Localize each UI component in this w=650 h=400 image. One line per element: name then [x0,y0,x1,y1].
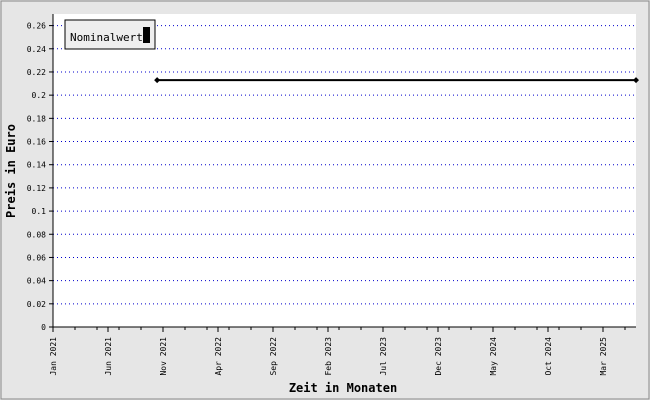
x-tick-label: Jul 2023 [379,337,388,376]
x-tick-label: Feb 2023 [324,337,333,376]
y-tick-label: 0.02 [27,300,46,309]
legend-swatch [143,27,150,43]
y-tick-label: 0.12 [27,184,46,193]
x-tick-label: Jun 2021 [104,337,113,376]
y-tick-label: 0.2 [32,91,47,100]
legend: Nominalwert [64,19,156,50]
price-chart: 0 0.02 0.04 0.06 0.08 0.1 0.12 0.14 0.16 0.18 0.2 0… [0,0,650,400]
y-axis-ticks: 0 0.02 0.04 0.06 0.08 0.1 0.12 0.14 0.16 0.18 0.2 0… [27,22,53,332]
y-tick-label: 0.18 [27,114,46,123]
legend-label: Nominalwert [70,31,143,44]
x-tick-label: Sep 2022 [269,337,278,376]
y-tick-label: 0.22 [27,68,46,77]
x-tick-label: Jan 2021 [49,337,58,376]
x-tick-label: May 2024 [489,337,498,376]
plot-area [53,14,636,327]
x-axis-title: Zeit in Monaten [289,381,397,395]
y-tick-label: 0.26 [27,22,46,31]
x-tick-label: Nov 2021 [159,337,168,376]
y-axis-title: Preis in Euro [4,124,18,218]
x-tick-label: Oct 2024 [544,337,553,376]
y-tick-label: 0 [41,323,46,332]
y-tick-label: 0.1 [32,207,47,216]
y-tick-label: 0.24 [27,45,46,54]
y-tick-label: 0.14 [27,161,46,170]
x-tick-label: Apr 2022 [214,337,223,376]
y-tick-label: 0.06 [27,253,46,262]
x-tick-label: Dec 2023 [434,337,443,376]
x-axis-ticks: Jan 2021 Jun 2021 Nov 2021 Apr 2022 Sep 2022… [49,327,626,376]
y-tick-label: 0.08 [27,230,46,239]
y-tick-label: 0.16 [27,138,46,147]
x-tick-label: Mar 2025 [599,337,608,376]
y-tick-label: 0.04 [27,277,46,286]
